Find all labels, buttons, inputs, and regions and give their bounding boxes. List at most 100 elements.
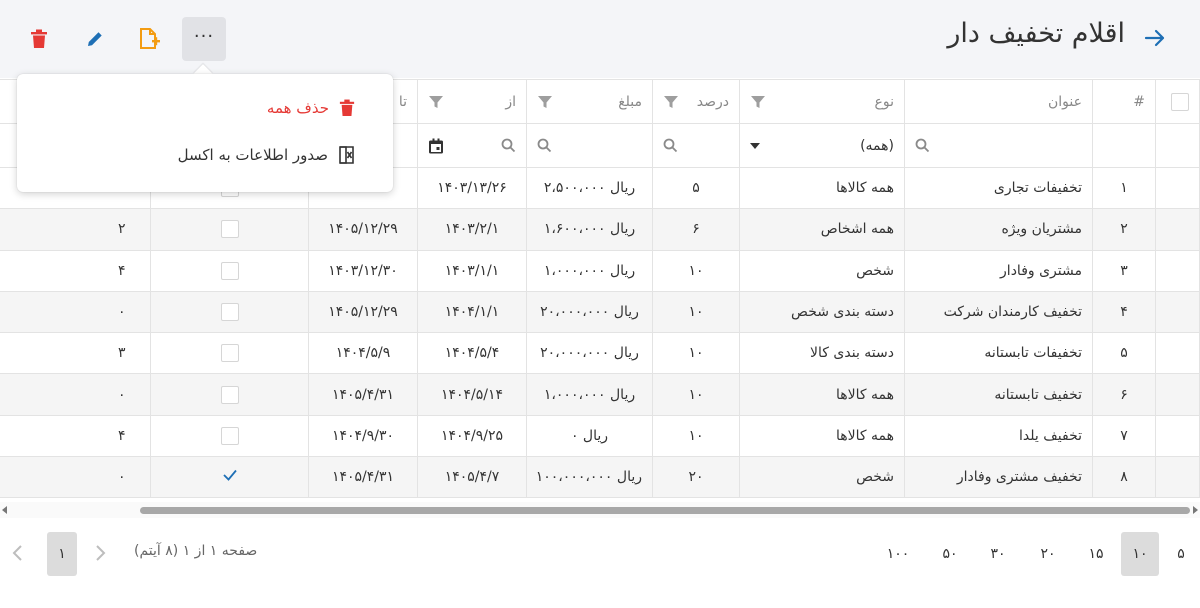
- table-row[interactable]: ۲ مشتریان ویژه همه اشخاص ۶ ریال ۱،۶۰۰،۰۰۰ ۱۴۰…: [0, 208, 1200, 251]
- page-number-button[interactable]: ۱: [47, 532, 77, 576]
- page-title: اقلام تخفیف دار: [947, 18, 1125, 49]
- menu-item-export-excel[interactable]: صدور اطلاعات به اکسل: [178, 143, 355, 167]
- active-checkbox: [220, 220, 239, 239]
- cell-from: ۱۴۰۴/۵/۴: [417, 332, 527, 375]
- page-header: اقلام تخفیف دار ···: [0, 0, 1200, 78]
- cell-from: ۱۴۰۵/۴/۷: [417, 456, 527, 499]
- col-header-amount[interactable]: مبلغ: [526, 79, 653, 124]
- cell-type: دسته بندی کالا: [739, 332, 905, 375]
- cell-from: ۱۴۰۴/۹/۲۵: [417, 414, 527, 458]
- page-size-50[interactable]: ۵۰: [932, 532, 968, 576]
- edit-button[interactable]: [73, 17, 117, 61]
- col-header-percent[interactable]: درصد: [652, 79, 740, 124]
- cell-percent: ۱۰: [652, 373, 740, 416]
- back-arrow-icon[interactable]: [1144, 28, 1166, 48]
- select-all-checkbox[interactable]: [1171, 92, 1189, 111]
- cell-count: ۰: [0, 456, 151, 499]
- cell-amount: ریال ۱۰۰،۰۰۰،۰۰۰: [526, 456, 653, 499]
- row-select-cell: [1155, 373, 1200, 416]
- file-plus-icon: [140, 28, 160, 49]
- cell-amount: ریال ۱،۰۰۰،۰۰۰: [526, 249, 653, 292]
- cell-from: ۱۴۰۴/۵/۱۴: [417, 373, 527, 416]
- filter-icon[interactable]: [663, 94, 679, 110]
- cell-active: [150, 290, 309, 334]
- type-filter-value: (همه): [860, 137, 894, 154]
- row-select-cell: [1155, 414, 1200, 458]
- delete-button[interactable]: [17, 17, 61, 61]
- cell-num: ۱: [1092, 166, 1156, 210]
- table-row[interactable]: ۷ تخفیف یلدا همه کالاها ۱۰ ریال ۰ ۱۴۰۴/۹/۲۵ ۱۴…: [0, 414, 1200, 458]
- cell-title: تخفیفات تابستانه: [904, 332, 1093, 375]
- cell-active: [150, 414, 309, 458]
- search-icon: [501, 138, 516, 153]
- filter-icon[interactable]: [537, 94, 553, 110]
- page-size-20[interactable]: ۲۰: [1030, 532, 1066, 576]
- add-file-button[interactable]: [127, 17, 171, 61]
- cell-count: ۰: [0, 373, 151, 416]
- cell-to: ۱۴۰۵/۴/۳۱: [308, 456, 418, 499]
- filter-icon[interactable]: [428, 94, 444, 110]
- search-icon: [663, 138, 678, 153]
- filter-icon[interactable]: [750, 94, 766, 110]
- page-size-15[interactable]: ۱۵: [1078, 532, 1114, 576]
- page-size-30[interactable]: ۳۰: [980, 532, 1016, 576]
- chevron-left-icon[interactable]: [8, 543, 28, 563]
- chevron-right-icon[interactable]: [90, 543, 110, 563]
- col-header-type[interactable]: نوع: [739, 79, 905, 124]
- table-row[interactable]: ۵ تخفیفات تابستانه دسته بندی کالا ۱۰ ریال ۲۰…: [0, 332, 1200, 375]
- cell-title: مشتری وفادار: [904, 249, 1093, 292]
- cell-active: [150, 456, 309, 499]
- cell-num: ۷: [1092, 414, 1156, 458]
- cell-type: همه کالاها: [739, 373, 905, 416]
- filter-type-select[interactable]: (همه): [739, 123, 905, 168]
- filter-amount[interactable]: [526, 123, 653, 168]
- trash-icon: [31, 29, 47, 48]
- table-row[interactable]: ۳ مشتری وفادار شخص ۱۰ ریال ۱،۰۰۰،۰۰۰ ۱۴۰۳/۱/۱…: [0, 249, 1200, 292]
- cell-amount: ریال ۱،۰۰۰،۰۰۰: [526, 373, 653, 416]
- cell-num: ۳: [1092, 249, 1156, 292]
- table-row[interactable]: ۶ تخفیف تابستانه همه کالاها ۱۰ ریال ۱،۰۰۰،۰۰…: [0, 373, 1200, 416]
- cell-count: ۲: [0, 208, 151, 251]
- filter-from[interactable]: [417, 123, 527, 168]
- col-header-title[interactable]: عنوان: [904, 79, 1093, 124]
- more-options-button[interactable]: ···: [182, 17, 226, 61]
- cell-to: ۱۴۰۵/۴/۳۱: [308, 373, 418, 416]
- cell-count: ۰: [0, 290, 151, 334]
- cell-from: ۱۴۰۳/۲/۱: [417, 208, 527, 251]
- more-dots-icon: ···: [193, 25, 215, 47]
- more-options-menu: حذف همه صدور اطلاعات به اکسل: [17, 74, 393, 192]
- search-icon: [537, 138, 552, 153]
- scroll-left-icon[interactable]: [2, 506, 7, 514]
- table-row[interactable]: ۸ تخفیف مشتری وفادار شخص ۲۰ ریال ۱۰۰،۰۰۰،۰۰۰…: [0, 456, 1200, 499]
- page-size-10[interactable]: ۱۰: [1121, 532, 1159, 576]
- cell-to: ۱۴۰۵/۱۲/۲۹: [308, 208, 418, 251]
- active-checkbox: [220, 426, 239, 445]
- cell-count: ۴: [0, 249, 151, 292]
- page-size-5[interactable]: ۵: [1163, 532, 1199, 576]
- cell-type: همه اشخاص: [739, 208, 905, 251]
- col-header-from[interactable]: از: [417, 79, 527, 124]
- page-size-100[interactable]: ۱۰۰: [880, 532, 916, 576]
- active-checkbox: [220, 385, 239, 404]
- cell-to: ۱۴۰۴/۹/۳۰: [308, 414, 418, 458]
- cell-amount: ریال ۲،۵۰۰،۰۰۰: [526, 166, 653, 210]
- calendar-icon[interactable]: [428, 138, 444, 154]
- table-row[interactable]: ۴ تخفیف کارمندان شرکت دسته بندی شخص ۱۰ ریال …: [0, 290, 1200, 334]
- scrollbar-thumb[interactable]: [140, 507, 1190, 514]
- row-select-cell: [1155, 166, 1200, 210]
- col-header-num[interactable]: #: [1092, 79, 1156, 124]
- filter-title[interactable]: [904, 123, 1093, 168]
- cell-title: تخفیف مشتری وفادار: [904, 456, 1093, 499]
- cell-percent: ۵: [652, 166, 740, 210]
- cell-from: ۱۴۰۳/۱۳/۲۶: [417, 166, 527, 210]
- filter-percent[interactable]: [652, 123, 740, 168]
- scroll-right-icon[interactable]: [1193, 506, 1198, 514]
- active-checkbox: [220, 303, 239, 322]
- row-select-cell: [1155, 249, 1200, 292]
- cell-count: ۳: [0, 332, 151, 375]
- cell-to: ۱۴۰۴/۵/۹: [308, 332, 418, 375]
- horizontal-scrollbar[interactable]: [0, 502, 1200, 518]
- select-all-header[interactable]: [1155, 79, 1200, 124]
- menu-item-delete-all[interactable]: حذف همه: [267, 96, 355, 120]
- page-info: صفحه ۱ از ۱ (۸ آیتم): [134, 543, 258, 559]
